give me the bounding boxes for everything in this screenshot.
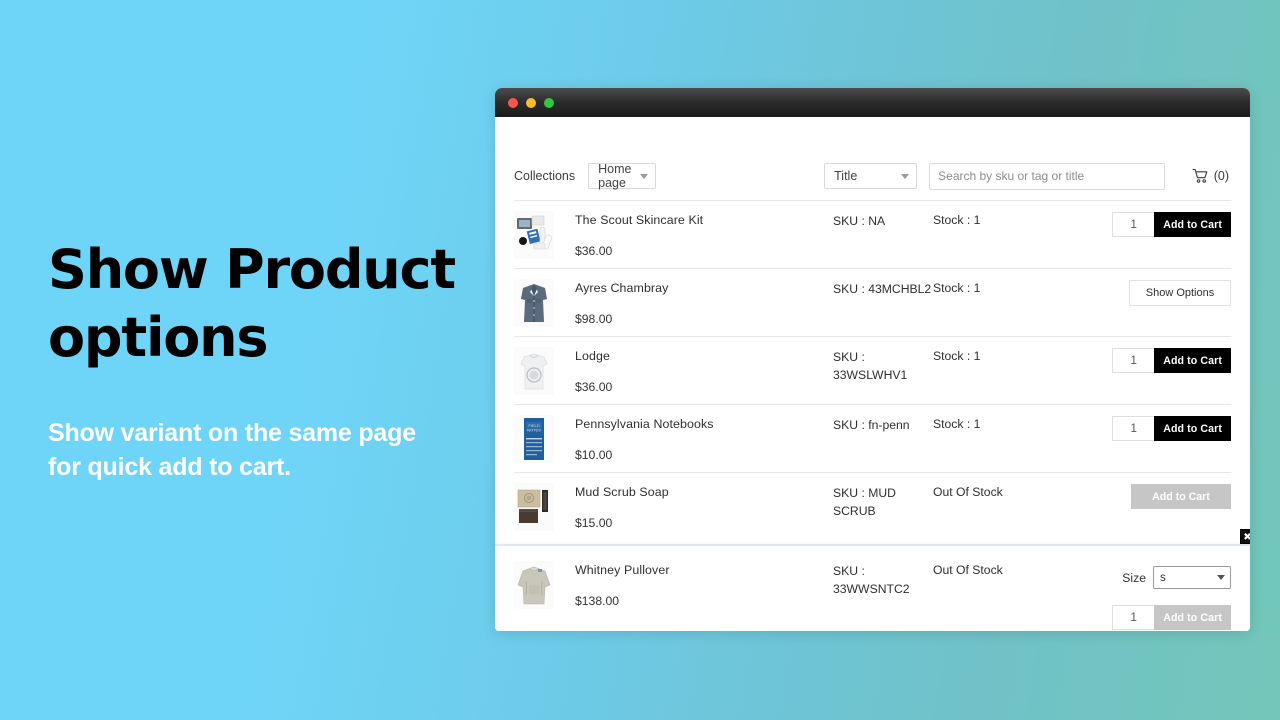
product-name: The Scout Skincare Kit [575,213,704,227]
table-row[interactable]: FIELD NOTES Pennsylvania Notebooks $10.0… [514,405,1231,472]
promo-subtitle: Show variant on the same page for quick … [48,419,416,482]
promo-title-line1: Show Product [48,238,456,301]
size-label: Size [1122,570,1146,585]
add-to-cart-button[interactable]: Add to Cart [1154,416,1231,441]
shopping-cart-icon [1192,168,1208,183]
tshirt-thumbnail [514,347,554,395]
product-price: $98.00 [575,311,613,326]
size-select-value: s [1160,571,1166,584]
product-sku: SKU : MUD SCRUB [833,486,896,518]
product-stock: Out Of Stock [933,485,1003,499]
page-title: Show Product options [48,236,468,372]
table-row[interactable]: The Scout Skincare Kit $36.00 SKU : NA S… [514,201,1231,268]
row-actions: Show Options [1061,279,1231,306]
promo-title-line2: options [48,306,269,370]
product-list: The Scout Skincare Kit $36.00 SKU : NA S… [495,200,1250,631]
product-info: Pennsylvania Notebooks $10.00 [575,415,833,462]
table-row[interactable]: Lodge $36.00 SKU : 33WSLWHV1 Stock : 1 A… [514,337,1231,404]
quantity-input[interactable] [1112,348,1155,373]
app-viewport: Collections Home page Title ( [495,117,1250,631]
product-info: Ayres Chambray $98.00 [575,279,833,326]
variant-options: Size s Add to Cart [1061,561,1231,630]
row-actions: Add to Cart [1112,605,1231,630]
skincare-kit-thumbnail [514,211,554,259]
product-stock: Stock : 1 [933,281,981,295]
product-sku-label: SKU : [833,564,865,578]
table-row[interactable]: Ayres Chambray $98.00 SKU : 43MCHBL2 Sto… [514,269,1231,336]
product-name: Ayres Chambray [575,281,669,295]
cart-button[interactable]: (0) [1192,168,1233,184]
product-name: Whitney Pullover [575,563,670,577]
product-sku: SKU : 33WWSNTC2 [833,561,933,598]
product-stock: Out Of Stock [933,563,1003,577]
minimize-window-icon[interactable] [526,97,536,108]
cart-count-label: (0) [1213,169,1229,183]
close-window-icon[interactable] [508,97,518,108]
product-price: $36.00 [575,379,613,394]
chambray-shirt-thumbnail [514,279,554,327]
collections-select-value: Home page [598,162,632,190]
product-price: $36.00 [575,243,613,258]
size-option-row: Size s [1122,566,1231,589]
row-actions: Add to Cart [1061,347,1231,373]
product-name: Mud Scrub Soap [575,485,669,499]
product-sku-value: 33WWSNTC2 [833,581,910,596]
close-icon[interactable]: ✖ [1240,529,1250,544]
product-price: $138.00 [575,593,620,608]
soap-box-thumbnail [514,483,554,531]
size-select[interactable]: s [1153,566,1231,589]
product-stock: Stock : 1 [933,417,981,431]
product-info: The Scout Skincare Kit $36.00 [575,211,833,258]
svg-text:NOTES: NOTES [527,428,541,433]
expanded-variant-row: ✖ Whitney Pullover $138.00 SKU: 33WWSNT… [495,529,1250,631]
sort-select-value: Title [834,169,858,183]
add-to-cart-button-disabled: Add to Cart [1131,484,1231,509]
add-to-cart-button[interactable]: Add to Cart [1154,212,1231,237]
filter-toolbar: Collections Home page Title ( [495,152,1250,200]
collections-select[interactable]: Home page [588,162,657,190]
show-options-button[interactable]: Show Options [1129,280,1231,306]
quantity-input[interactable] [1112,416,1155,441]
pullover-sweater-thumbnail [514,561,554,609]
add-to-cart-button-disabled: Add to Cart [1154,605,1231,630]
promo-banner: Show Product options Show variant on the… [0,0,1280,720]
product-sku: SKU : fn-penn [833,418,910,432]
table-row[interactable]: Mud Scrub Soap $15.00 SKU : MUD SCRUB Ou… [514,473,1231,540]
product-info: Whitney Pullover $138.00 [575,561,833,608]
chevron-down-icon [1217,575,1225,580]
browser-titlebar [495,88,1250,117]
quantity-input[interactable] [1112,605,1155,630]
product-info: Mud Scrub Soap $15.00 [575,483,833,530]
product-price: $10.00 [575,447,613,462]
product-sku: SKU : NA [833,214,886,228]
promo-copy: Show Product options Show variant on the… [48,236,468,484]
row-actions: Add to Cart [1061,211,1231,237]
notebook-thumbnail: FIELD NOTES [514,415,554,463]
product-stock: Stock : 1 [933,213,981,227]
search-input[interactable] [929,162,1166,190]
product-name: Lodge [575,349,610,363]
product-name: Pennsylvania Notebooks [575,417,714,431]
sort-select[interactable]: Title [824,163,918,189]
add-to-cart-button[interactable]: Add to Cart [1154,348,1231,373]
collections-label: Collections [514,169,576,183]
chevron-down-icon [901,173,910,179]
product-sku: SKU : 33WSLWHV1 [833,350,908,382]
product-price: $15.00 [575,515,613,530]
row-actions: Add to Cart [1061,415,1231,441]
product-info: Lodge $36.00 [575,347,833,394]
product-stock: Stock : 1 [933,349,981,363]
quantity-input[interactable] [1112,212,1155,237]
product-sku: SKU : 43MCHBL2 [833,282,932,296]
maximize-window-icon[interactable] [544,97,554,108]
row-actions: Add to Cart [1061,483,1231,509]
browser-window: Collections Home page Title ( [495,88,1250,631]
chevron-down-icon [640,173,649,179]
